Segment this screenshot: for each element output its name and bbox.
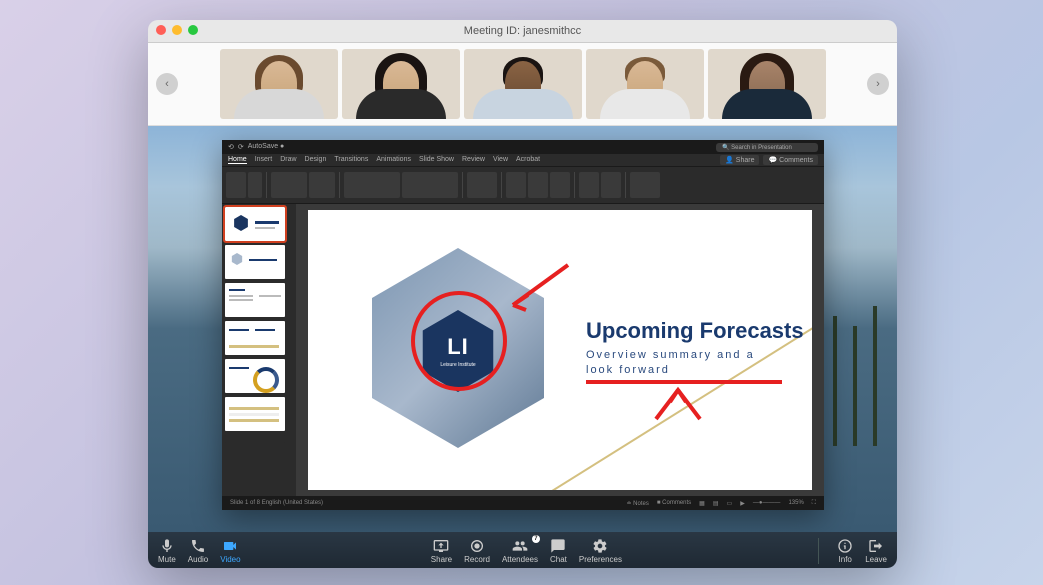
titlebar: Meeting ID: janesmithcc [148, 20, 897, 43]
view-reading-icon[interactable]: ▭ [727, 500, 733, 507]
slide-subtitle: Overview summary and a look forward [586, 348, 786, 379]
powerpoint-window: ⟲⟳AutoSave ● 🔍 Search in Presentation Ho… [222, 140, 824, 510]
menu-home[interactable]: Home [228, 156, 247, 164]
menu-design[interactable]: Design [305, 156, 327, 164]
zoom-slider[interactable]: —●——— [753, 500, 781, 506]
attendees-button[interactable]: 7 Attendees [502, 538, 538, 564]
participant-tile[interactable] [464, 49, 582, 119]
comments-button[interactable]: 💬 Comments [763, 155, 818, 165]
participant-strip: ‹ › [148, 43, 897, 126]
annotation-underline [584, 378, 784, 386]
status-slide-info: Slide 1 of 8 English (United States) [230, 500, 323, 506]
info-button[interactable]: Info [837, 538, 853, 564]
leave-button[interactable]: Leave [865, 538, 887, 564]
window-title: Meeting ID: janesmithcc [464, 25, 581, 37]
menu-review[interactable]: Review [462, 156, 485, 164]
paragraph-group[interactable] [402, 172, 458, 198]
next-participants-button[interactable]: › [867, 73, 889, 95]
thumb-6[interactable]: 6 [225, 397, 285, 431]
ppt-titlebar: ⟲⟳AutoSave ● 🔍 Search in Presentation [222, 140, 824, 154]
fit-icon[interactable]: ⛶ [812, 500, 816, 507]
layout-icon[interactable] [309, 172, 335, 198]
ppt-ribbon [222, 167, 824, 204]
slide-thumbnails: 1 2 3 4 5 6 [222, 204, 296, 496]
screen-icon [433, 538, 449, 554]
ppt-menu-bar: Home Insert Draw Design Transitions Anim… [222, 154, 824, 167]
ppt-status-bar: Slide 1 of 8 English (United States) ≐ N… [222, 496, 824, 510]
menu-draw[interactable]: Draw [280, 156, 296, 164]
participant-tile[interactable] [220, 49, 338, 119]
slide-canvas[interactable]: LI Leisure Institute Upcoming Forecasts … [296, 204, 824, 496]
menu-insert[interactable]: Insert [255, 156, 273, 164]
menu-acrobat[interactable]: Acrobat [516, 156, 540, 164]
thumb-3[interactable]: 3 [225, 283, 285, 317]
prev-participants-button[interactable]: ‹ [156, 73, 178, 95]
menu-slideshow[interactable]: Slide Show [419, 156, 454, 164]
share-button[interactable]: Share [431, 538, 452, 564]
shapes-icon[interactable] [528, 172, 548, 198]
thumb-1[interactable]: 1 [225, 207, 285, 241]
ppt-search-input[interactable]: 🔍 Search in Presentation [716, 143, 818, 152]
slide-hex-graphic: LI Leisure Institute [348, 238, 568, 458]
people-icon [512, 538, 528, 554]
zoom-value: 135% [788, 500, 803, 506]
phone-icon [190, 538, 206, 554]
video-icon [222, 538, 238, 554]
meeting-window: Meeting ID: janesmithcc ‹ › [148, 20, 897, 568]
slide-title: Upcoming Forecasts [586, 318, 804, 344]
info-icon [837, 538, 853, 554]
minimize-icon[interactable] [172, 25, 182, 35]
view-normal-icon[interactable]: ▦ [699, 500, 705, 507]
view-sorter-icon[interactable]: ▤ [713, 500, 719, 507]
attendees-badge: 7 [532, 535, 540, 543]
traffic-lights [156, 25, 198, 35]
share-button[interactable]: 👤 Share [720, 155, 759, 165]
textbox-icon[interactable] [550, 172, 570, 198]
cut-icon[interactable] [248, 172, 262, 198]
meeting-toolbar: Mute Audio Video Share Record 7 [148, 532, 897, 568]
record-button[interactable]: Record [464, 538, 490, 564]
thumb-5[interactable]: 5 [225, 359, 285, 393]
status-comments[interactable]: ■ Comments [657, 500, 691, 506]
preferences-button[interactable]: Preferences [579, 538, 622, 564]
chat-icon [550, 538, 566, 554]
menu-animations[interactable]: Animations [376, 156, 411, 164]
leave-icon [868, 538, 884, 554]
participant-tile[interactable] [342, 49, 460, 119]
smartart-icon[interactable] [467, 172, 497, 198]
arrange-icon[interactable] [579, 172, 599, 198]
quickstyles-icon[interactable] [601, 172, 621, 198]
audio-button[interactable]: Audio [188, 538, 208, 564]
video-button[interactable]: Video [220, 538, 240, 564]
microphone-icon [159, 538, 175, 554]
thumb-7[interactable]: 7 [225, 435, 285, 443]
thumb-2[interactable]: 2 [225, 245, 285, 279]
logo-subtitle: Leisure Institute [440, 362, 475, 368]
participant-tile[interactable] [708, 49, 826, 119]
menu-transitions[interactable]: Transitions [334, 156, 368, 164]
shared-screen-area: ⟲⟳AutoSave ● 🔍 Search in Presentation Ho… [148, 126, 897, 532]
view-slideshow-icon[interactable]: ▶ [740, 500, 745, 507]
font-group[interactable] [344, 172, 400, 198]
picture-icon[interactable] [506, 172, 526, 198]
annotation-arrow-bottom [648, 384, 708, 424]
record-icon [469, 538, 485, 554]
gear-icon [592, 538, 608, 554]
participant-tile[interactable] [586, 49, 704, 119]
mute-button[interactable]: Mute [158, 538, 176, 564]
paste-icon[interactable] [226, 172, 246, 198]
zoom-icon[interactable] [188, 25, 198, 35]
logo-text: LI [447, 334, 469, 360]
sensitivity-icon[interactable] [630, 172, 660, 198]
status-notes[interactable]: ≐ Notes [626, 500, 648, 507]
menu-view[interactable]: View [493, 156, 508, 164]
new-slide-icon[interactable] [271, 172, 307, 198]
slide-content: LI Leisure Institute Upcoming Forecasts … [308, 210, 812, 490]
close-icon[interactable] [156, 25, 166, 35]
chat-button[interactable]: Chat [550, 538, 567, 564]
thumb-4[interactable]: 4 [225, 321, 285, 355]
